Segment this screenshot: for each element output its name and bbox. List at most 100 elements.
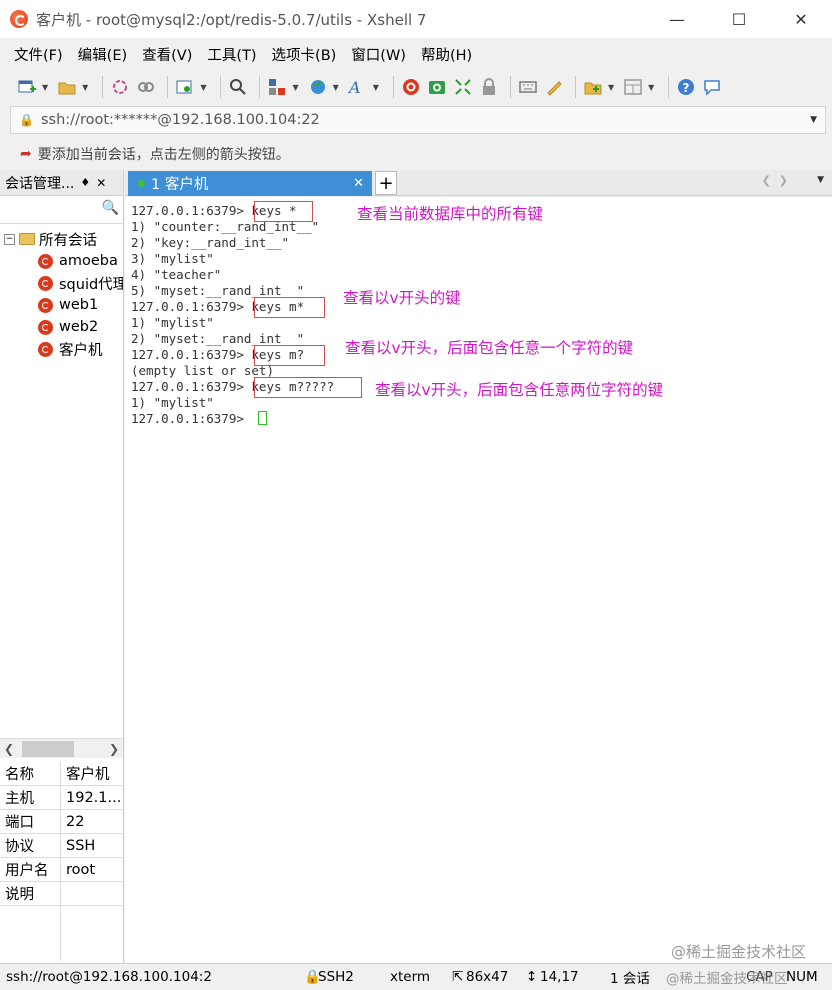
terminal-line: 1) "mylist" — [131, 395, 214, 410]
status-sessions: 1 会话 — [610, 971, 650, 987]
terminal-line: 3) "mylist" — [131, 251, 214, 266]
session-item-squid[interactable]: squid代理 — [0, 272, 123, 294]
scroll-right-icon[interactable]: ❯ — [105, 742, 123, 756]
chevron-down-icon[interactable]: ▼ — [608, 83, 614, 92]
menu-tools[interactable]: 工具(T) — [207, 44, 256, 65]
find-icon[interactable] — [227, 76, 249, 98]
property-key: 名称 — [0, 762, 61, 785]
property-row: 名称 客户机 — [0, 762, 123, 786]
address-bar[interactable]: 🔒 ssh://root:******@192.168.100.104:22 ▼ — [10, 106, 826, 134]
status-size: 86x47 — [466, 969, 509, 985]
property-value: 22 — [66, 813, 85, 830]
address-input[interactable]: ssh://root:******@192.168.100.104:22 — [41, 112, 320, 128]
chevron-down-icon[interactable]: ▼ — [648, 83, 654, 92]
lock-icon[interactable] — [478, 76, 500, 98]
property-key: 主机 — [0, 786, 61, 809]
tab-client[interactable]: 1 客户机 ✕ — [128, 171, 372, 196]
command-highlight-box — [254, 201, 313, 222]
hint-bar: ➦ 要添加当前会话，点击左侧的箭头按钮。 — [0, 140, 832, 168]
property-key: 说明 — [0, 882, 61, 905]
chevron-down-icon[interactable]: ▼ — [333, 83, 339, 92]
chat-icon[interactable] — [701, 76, 723, 98]
properties-icon[interactable] — [174, 76, 196, 98]
new-tab-folder-icon[interactable] — [582, 76, 604, 98]
session-item-web1[interactable]: web1 — [0, 294, 123, 316]
menu-tabs[interactable]: 选项卡(B) — [272, 44, 337, 65]
chevron-down-icon[interactable]: ▼ — [200, 83, 206, 92]
property-value — [61, 882, 66, 905]
cursor-pos-icon: ↕ — [526, 969, 538, 985]
session-label: squid代理 — [59, 276, 123, 293]
pin-icon[interactable]: ♦ — [80, 176, 90, 189]
chevron-down-icon[interactable]: ▼ — [373, 83, 379, 92]
terminal[interactable]: 127.0.0.1:6379> keys * 1) "counter:__ran… — [125, 197, 832, 963]
scroll-thumb[interactable] — [22, 740, 74, 757]
toolbar-divider — [668, 76, 670, 98]
menu-window[interactable]: 窗口(W) — [351, 44, 406, 65]
chevron-down-icon[interactable]: ▼ — [82, 83, 88, 92]
menu-file[interactable]: 文件(F) — [14, 44, 63, 65]
add-tab-button[interactable]: + — [375, 171, 397, 195]
session-icon — [38, 341, 53, 357]
property-key-empty — [0, 906, 61, 961]
tab-scroll-arrows-icon[interactable]: ❮❯ — [762, 174, 796, 187]
keyboard-icon[interactable] — [517, 76, 539, 98]
command-highlight-box — [254, 345, 325, 366]
help-icon[interactable]: ? — [675, 76, 697, 98]
property-key: 用户名 — [0, 858, 61, 881]
close-tab-icon[interactable]: ✕ — [353, 176, 364, 191]
svg-text:?: ? — [683, 81, 690, 95]
tile-windows-icon[interactable] — [622, 76, 644, 98]
annotation-note: 查看以v开头的键 — [343, 289, 461, 307]
session-icon — [38, 319, 53, 335]
arrow-bookmark-icon[interactable]: ➦ — [20, 146, 32, 162]
terminal-line: 2) "key:__rand_int__" — [131, 235, 290, 250]
layout-icon[interactable] — [266, 76, 288, 98]
xshell-icon[interactable] — [400, 76, 422, 98]
tree-root-all-sessions[interactable]: − 所有会话 — [0, 228, 123, 250]
search-icon[interactable]: 🔍 — [102, 200, 119, 216]
new-session-icon[interactable] — [16, 76, 38, 98]
chevron-down-icon[interactable]: ▼ — [292, 83, 298, 92]
horizontal-scrollbar[interactable]: ❮ ❯ — [0, 738, 123, 758]
highlight-pen-icon[interactable] — [543, 76, 565, 98]
status-caps: CAP — [746, 969, 773, 985]
menu-view[interactable]: 查看(V) — [142, 44, 192, 65]
session-item-client[interactable]: 客户机 — [0, 338, 123, 360]
chevron-down-icon[interactable]: ▼ — [810, 115, 817, 125]
property-row: 端口 22 — [0, 810, 123, 834]
session-tree: − 所有会话 amoeba squid代理 web1 web2 客户机 — [0, 224, 123, 360]
property-value: root — [66, 861, 96, 878]
maximize-button[interactable]: ☐ — [708, 0, 770, 38]
xftp-icon[interactable] — [426, 76, 448, 98]
session-item-amoeba[interactable]: amoeba — [0, 250, 123, 272]
session-label: web2 — [59, 319, 99, 335]
terminal-line: (empty list or set) — [131, 363, 274, 378]
scroll-left-icon[interactable]: ❮ — [0, 742, 18, 756]
font-icon[interactable]: A — [347, 76, 369, 98]
window-title: 客户机 - root@mysql2:/opt/redis-5.0.7/utils… — [36, 10, 427, 29]
xshell-logo-icon — [10, 10, 28, 28]
menu-edit[interactable]: 编辑(E) — [78, 44, 127, 65]
session-label: amoeba — [59, 253, 118, 269]
minimize-button[interactable]: — — [646, 0, 708, 38]
property-key: 端口 — [0, 810, 61, 833]
disconnect-icon[interactable] — [135, 76, 157, 98]
reconnect-icon[interactable] — [109, 76, 131, 98]
close-button[interactable]: ✕ — [770, 0, 832, 38]
session-search-input[interactable] — [2, 199, 102, 221]
open-folder-icon[interactable] — [56, 76, 78, 98]
close-icon[interactable]: ✕ — [96, 176, 106, 190]
command-highlight-box — [254, 377, 362, 398]
globe-icon[interactable] — [307, 76, 329, 98]
property-value: 客户机 — [66, 767, 110, 783]
chevron-down-icon[interactable]: ▼ — [817, 175, 824, 185]
folder-icon — [19, 233, 35, 245]
collapse-toggle-icon[interactable]: − — [4, 233, 15, 245]
chevron-down-icon[interactable]: ▼ — [42, 83, 48, 92]
fullscreen-icon[interactable] — [452, 76, 474, 98]
status-cursor-pos: 14,17 — [540, 969, 579, 985]
terminal-line: 1) "mylist" — [131, 315, 214, 330]
menu-help[interactable]: 帮助(H) — [421, 44, 472, 65]
session-item-web2[interactable]: web2 — [0, 316, 123, 338]
